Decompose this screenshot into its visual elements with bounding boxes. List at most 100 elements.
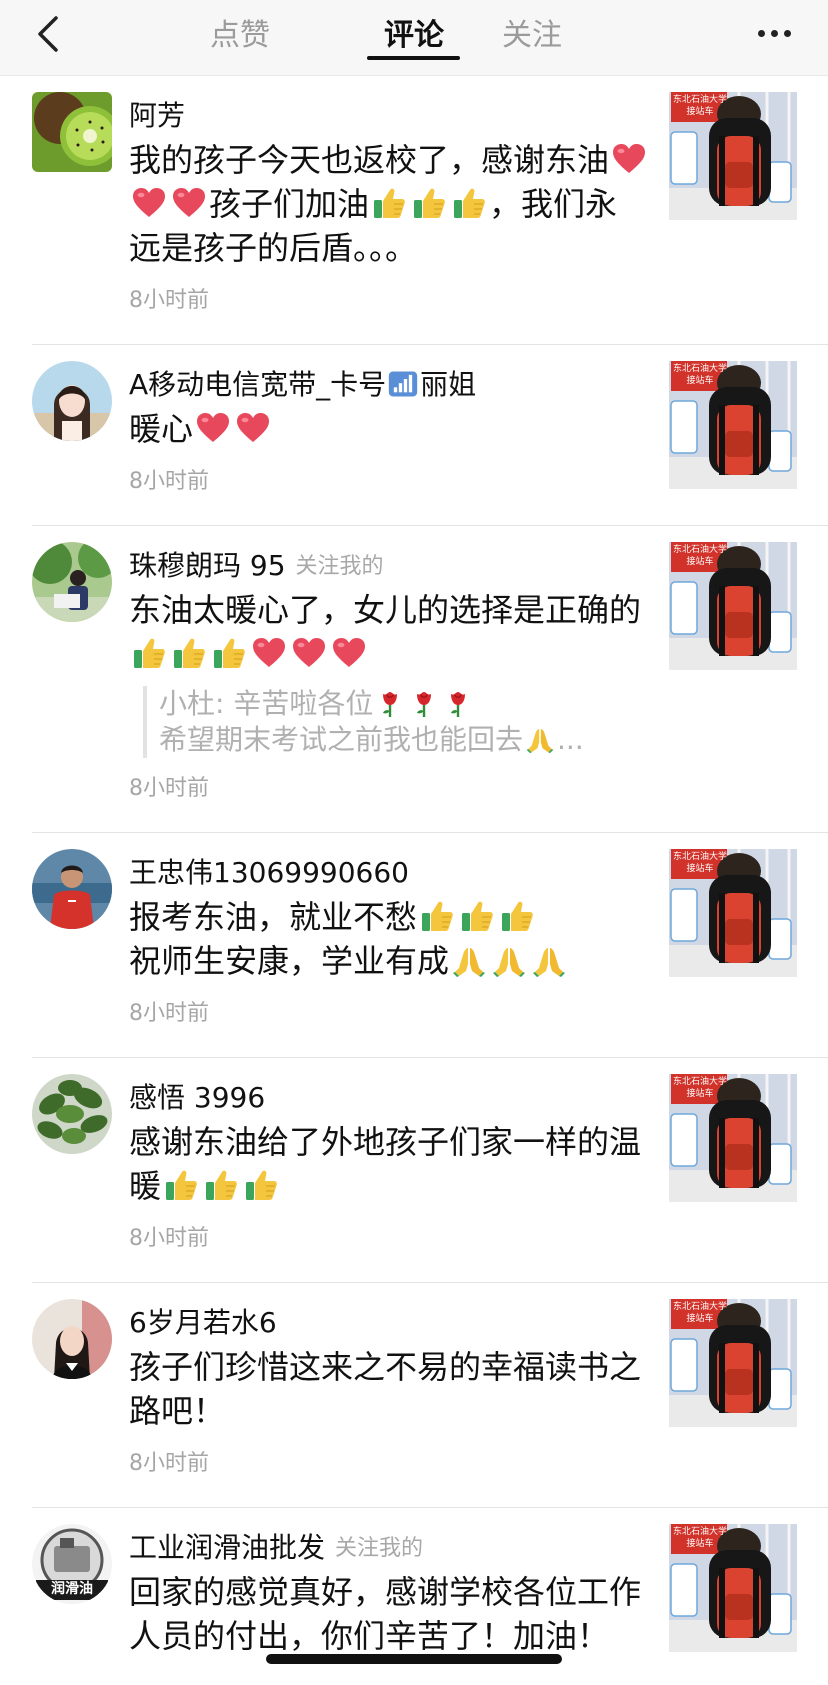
avatar-man-red-icon[interactable] [32, 849, 112, 929]
tab-likes[interactable]: 点赞 [210, 14, 270, 58]
text-segment: 我的孩子今天也返校了，感谢东油 [129, 141, 610, 179]
avatar-oil-logo-icon[interactable]: 润滑油 [32, 1524, 112, 1604]
comment-item[interactable]: 阿芳 我的孩子今天也返校了，感谢东油 孩子们加油 ，我们永远是孩子的后盾。。。 8小… [32, 76, 828, 345]
name-row: 6岁月若水6 [129, 1299, 649, 1343]
post-thumbnail[interactable]: 东北石油大学 接站车 [669, 1524, 797, 1652]
name-row: 阿芳 [129, 92, 649, 136]
thumbnail-banner-line1: 东北石油大学 [673, 545, 728, 555]
text-segment: ... [557, 723, 584, 756]
thumbs-up-emoji-icon [411, 185, 447, 221]
dot [783, 29, 791, 37]
comment-body: 阿芳 我的孩子今天也返校了，感谢东油 孩子们加油 ，我们永远是孩子的后盾。。。 8小… [129, 92, 649, 316]
commenter-name[interactable]: 珠穆朗玛 95 [129, 544, 286, 584]
comment-item[interactable]: A移动电信宽带_卡号 丽姐 暖心 8小时前 东北石油大学 接站车 [32, 345, 828, 526]
thumbs-up-emoji-icon [451, 185, 487, 221]
rose-emoji-icon [443, 688, 473, 718]
heart-emoji-icon [131, 185, 167, 221]
comment-item[interactable]: 王忠伟13069990660 报考东油，就业不愁 祝师生安康，学业有成 8小时前 … [32, 833, 828, 1058]
reply-line: 希望期末考试之前我也能回去... [159, 722, 649, 758]
name-suffix: 丽姐 [420, 368, 477, 401]
tab-follows[interactable]: 关注 [500, 14, 564, 58]
thumbnail-banner-line1: 东北石油大学 [673, 1527, 728, 1537]
thumbnail-banner-line2: 接站车 [686, 107, 714, 117]
heart-emoji-icon [195, 410, 231, 446]
rose-emoji-icon [409, 688, 439, 718]
name-row: 感悟 3996 [129, 1074, 649, 1118]
thumbs-up-emoji-icon [171, 635, 207, 671]
active-tab-indicator [367, 56, 460, 60]
post-thumbnail[interactable]: 东北石油大学 接站车 [669, 361, 797, 489]
comment-body: 珠穆朗玛 95 关注我的 东油太暖心了，女儿的选择是正确的 小杜: 辛苦啦各位希… [129, 542, 649, 804]
text-segment: 孩子们加油 [209, 185, 370, 223]
heart-emoji-icon [235, 410, 271, 446]
text-segment: 暖心 [129, 410, 194, 448]
avatar-plant-icon[interactable] [32, 1074, 112, 1154]
reply-line: 小杜: 辛苦啦各位 [159, 686, 649, 722]
commenter-name[interactable]: 6岁月若水6 [129, 1301, 277, 1341]
post-thumbnail[interactable]: 东北石油大学 接站车 [669, 849, 797, 977]
timestamp: 8小时前 [129, 1451, 209, 1476]
praying-hands-emoji-icon [525, 724, 555, 754]
thumbs-up-emoji-icon [131, 635, 167, 671]
text-segment: 小杜: 辛苦啦各位 [159, 687, 374, 720]
comment-item[interactable]: 珠穆朗玛 95 关注我的 东油太暖心了，女儿的选择是正确的 小杜: 辛苦啦各位希… [32, 526, 828, 833]
thumbnail-banner-line2: 接站车 [686, 1089, 714, 1099]
top-nav-bar: 点赞 评论 关注 [0, 0, 828, 76]
timestamp: 8小时前 [129, 776, 209, 801]
name-row: A移动电信宽带_卡号 丽姐 [129, 361, 649, 405]
commenter-name[interactable]: 工业润滑油批发 [129, 1526, 325, 1566]
thumbs-up-emoji-icon [211, 635, 247, 671]
comment-item[interactable]: 6岁月若水6 孩子们珍惜这来之不易的幸福读书之路吧！ 8小时前 东北石油大学 接站… [32, 1283, 828, 1508]
commenter-name[interactable]: A移动电信宽带_卡号 丽姐 [129, 363, 476, 403]
text-segment: 东油太暖心了，女儿的选择是正确的 [129, 591, 642, 629]
comment-body: 工业润滑油批发 关注我的 回家的感觉真好，感谢学校各位工作人员的付出，你们辛苦了… [129, 1524, 649, 1658]
comment-text: 报考东油，就业不愁 祝师生安康，学业有成 [129, 895, 649, 983]
avatar-girl-icon[interactable] [32, 361, 112, 441]
thumbnail-banner-line2: 接站车 [686, 557, 714, 567]
follow-tag: 关注我的 [335, 1536, 424, 1561]
text-segment: 孩子们珍惜这来之不易的幸福读书之路吧！ [129, 1348, 642, 1430]
avatar-woman-icon[interactable] [32, 1299, 112, 1379]
thumbnail-banner-line1: 东北石油大学 [673, 95, 728, 105]
praying-hands-emoji-icon [531, 942, 567, 978]
thumbs-up-emoji-icon [499, 898, 535, 934]
heart-emoji-icon [331, 635, 367, 671]
thumbnail-banner-line1: 东北石油大学 [673, 364, 728, 374]
comment-text: 感谢东油给了外地孩子们家一样的温暖 [129, 1120, 649, 1208]
avatar-tree-person-icon[interactable] [32, 542, 112, 622]
comment-text: 暖心 [129, 407, 649, 451]
follow-tag: 关注我的 [295, 554, 384, 579]
name-row: 工业润滑油批发 关注我的 [129, 1524, 649, 1568]
heart-emoji-icon [611, 141, 647, 177]
more-options-button[interactable] [750, 18, 798, 48]
thumbnail-banner-line2: 接站车 [686, 376, 714, 386]
tab-comments[interactable]: 评论 [354, 14, 474, 58]
commenter-name[interactable]: 王忠伟13069990660 [129, 851, 409, 891]
home-indicator[interactable] [266, 1654, 562, 1664]
thumbnail-banner-line2: 接站车 [686, 1539, 714, 1549]
back-button[interactable] [28, 12, 68, 56]
thumbnail-banner-line2: 接站车 [686, 1314, 714, 1324]
comment-body: 王忠伟13069990660 报考东油，就业不愁 祝师生安康，学业有成 8小时前 [129, 849, 649, 1029]
timestamp: 8小时前 [129, 1226, 209, 1251]
post-thumbnail[interactable]: 东北石油大学 接站车 [669, 1299, 797, 1427]
heart-emoji-icon [291, 635, 327, 671]
post-thumbnail[interactable]: 东北石油大学 接站车 [669, 1074, 797, 1202]
thumbs-up-emoji-icon [459, 898, 495, 934]
commenter-name[interactable]: 阿芳 [129, 94, 185, 134]
rose-emoji-icon [375, 688, 405, 718]
commenter-name[interactable]: 感悟 3996 [129, 1076, 265, 1116]
thumbnail-banner-line1: 东北石油大学 [673, 1302, 728, 1312]
dot [770, 29, 778, 37]
avatar-kiwi-icon[interactable] [32, 92, 112, 172]
reply-quote[interactable]: 小杜: 辛苦啦各位 希望期末考试之前我也能回去... [143, 686, 649, 758]
comment-body: 6岁月若水6 孩子们珍惜这来之不易的幸福读书之路吧！ 8小时前 [129, 1299, 649, 1479]
comment-text: 回家的感觉真好，感谢学校各位工作人员的付出，你们辛苦了！加油！ [129, 1570, 649, 1658]
post-thumbnail[interactable]: 东北石油大学 接站车 [669, 542, 797, 670]
post-thumbnail[interactable]: 东北石油大学 接站车 [669, 92, 797, 220]
praying-hands-emoji-icon [491, 942, 527, 978]
heart-emoji-icon [251, 635, 287, 671]
signal-bars-emoji-icon [388, 369, 418, 399]
name-row: 王忠伟13069990660 [129, 849, 649, 893]
comment-item[interactable]: 感悟 3996 感谢东油给了外地孩子们家一样的温暖 8小时前 东北石油大学 接站车 [32, 1058, 828, 1283]
